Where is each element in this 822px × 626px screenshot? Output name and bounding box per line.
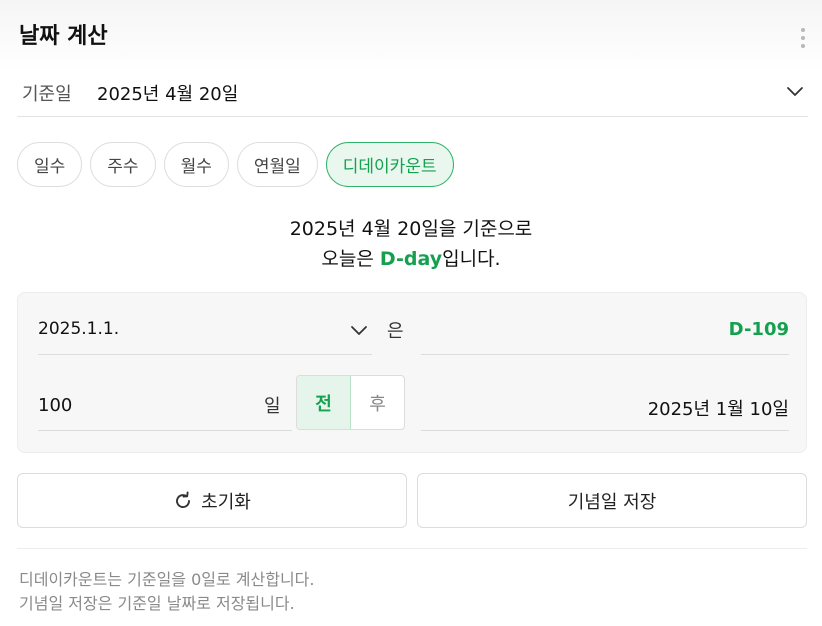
- note-line-2: 기념일 저장은 기준일 날짜로 저장됩니다.: [19, 594, 295, 613]
- reset-button[interactable]: 초기화: [17, 473, 407, 528]
- date-calculator-widget: 날짜 계산 기준일 2025년 4월 20일 일수 주수 월수 연월일 디데이카…: [0, 0, 822, 626]
- note-line-1: 디데이카운트는 기준일을 0일로 계산합니다.: [19, 570, 315, 589]
- divider: [17, 548, 807, 549]
- toggle-before[interactable]: 전: [297, 376, 351, 429]
- tab-weeks[interactable]: 주수: [90, 142, 156, 187]
- days-unit-label: 일: [264, 396, 281, 417]
- base-date-select[interactable]: 기준일 2025년 4월 20일: [17, 72, 808, 117]
- base-date-value: 2025년 4월 20일: [97, 84, 239, 105]
- refresh-icon: [176, 491, 191, 508]
- target-date-select[interactable]: 2025.1.1.: [38, 307, 372, 355]
- tab-months[interactable]: 월수: [163, 142, 229, 187]
- help-notes: 디데이카운트는 기준일을 0일로 계산합니다. 기념일 저장은 기준일 날짜로 …: [19, 568, 314, 616]
- reset-button-label: 초기화: [201, 491, 251, 513]
- base-date-label: 기준일: [22, 84, 72, 105]
- result-summary: 2025년 4월 20일을 기준으로 오늘은 D-day입니다.: [0, 214, 822, 274]
- chevron-down-icon: [351, 326, 367, 335]
- result-line-2: 오늘은 D-day입니다.: [0, 244, 822, 274]
- more-vertical-icon[interactable]: [798, 28, 808, 48]
- tab-dday-count[interactable]: 디데이카운트: [325, 142, 454, 187]
- result-line-1: 2025년 4월 20일을 기준으로: [289, 218, 533, 240]
- before-after-toggle: 전 후: [296, 375, 405, 430]
- result-prefix: 오늘은: [321, 248, 380, 270]
- result-suffix: 입니다.: [442, 248, 501, 270]
- tab-ymd[interactable]: 연월일: [236, 142, 318, 187]
- calculator-panel: 2025.1.1. 은 D-109 100 일 전 후 2025년 1월 10일: [17, 292, 807, 453]
- dday-highlight: D-day: [379, 248, 443, 270]
- tab-days[interactable]: 일수: [17, 142, 83, 187]
- toggle-after[interactable]: 후: [351, 376, 404, 429]
- days-input[interactable]: 100: [38, 383, 292, 431]
- calc-mode-tabs: 일수 주수 월수 연월일 디데이카운트: [17, 142, 454, 187]
- result-date-field: 2025년 1월 10일: [421, 383, 789, 431]
- chevron-down-icon: [787, 87, 803, 96]
- page-title: 날짜 계산: [19, 24, 108, 49]
- days-input-value: 100: [38, 395, 73, 416]
- eun-label: 은: [387, 321, 404, 342]
- save-anniversary-button[interactable]: 기념일 저장: [417, 473, 807, 528]
- result-date-value: 2025년 1월 10일: [647, 399, 789, 420]
- target-date-value: 2025.1.1.: [38, 319, 120, 339]
- dday-result-value: D-109: [728, 319, 789, 340]
- save-button-label: 기념일 저장: [567, 491, 657, 513]
- header: 날짜 계산: [0, 0, 822, 72]
- dday-result-field: D-109: [421, 307, 789, 355]
